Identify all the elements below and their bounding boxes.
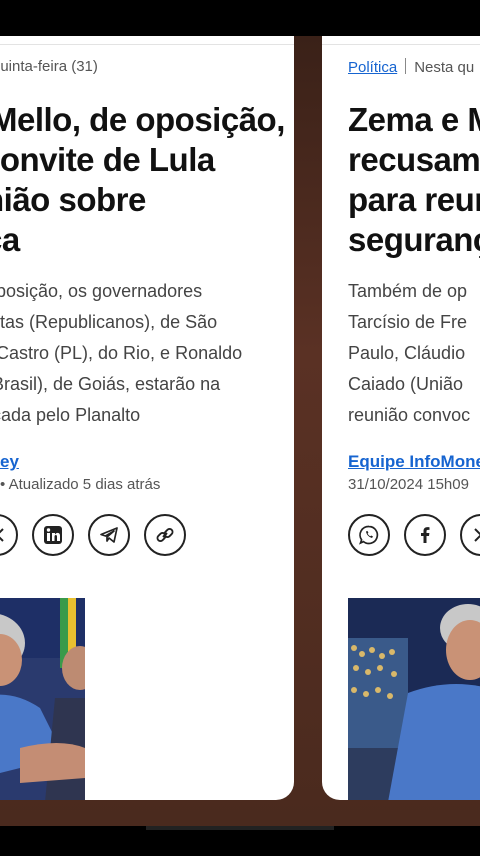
article-meta: quinta-feira (31) (0, 58, 98, 75)
article-card-left[interactable]: quinta-feira (31) Mello, de oposição, co… (0, 36, 294, 800)
meta-text: Nesta qu (414, 59, 475, 76)
x-icon[interactable] (0, 514, 18, 556)
article-card-right[interactable]: Política Nesta qu Zema e M recusam para r… (322, 36, 480, 800)
article-date: 31/10/2024 15h09 (348, 476, 469, 493)
summary-line: Brasil), de Goiás, estarão na (0, 374, 221, 394)
telegram-icon[interactable] (88, 514, 130, 556)
article-meta: Política Nesta qu (348, 58, 474, 76)
facebook-icon[interactable] (404, 514, 446, 556)
article-summary: Também de op Tarcísio de Fre Paulo, Cláu… (348, 276, 480, 431)
title-line: Zema e M (348, 101, 480, 138)
article-title: Zema e M recusam para reun seguranç (348, 100, 480, 260)
title-line: ça (0, 221, 20, 258)
summary-line: reunião convoc (348, 405, 471, 425)
author-link[interactable]: ey (0, 452, 19, 472)
title-line: Mello, de oposição, (0, 101, 285, 138)
summary-line: Tarcísio de Fre (348, 312, 468, 332)
article-photo (348, 598, 480, 800)
meta-separator (405, 58, 407, 74)
summary-line: Paulo, Cláudio (348, 343, 466, 363)
category-link[interactable]: Política (348, 59, 397, 76)
meta-text: quinta-feira (31) (0, 58, 98, 75)
summary-line: Caiado (União (348, 374, 464, 394)
article-date: • Atualizado 5 dias atrás (0, 476, 161, 493)
author-link[interactable]: Equipe InfoMone (348, 452, 480, 472)
top-divider (322, 36, 480, 45)
whatsapp-icon[interactable] (348, 514, 390, 556)
article-summary: posição, os governadores itas (Republica… (0, 276, 294, 431)
article-title: Mello, de oposição, convite de Lula nião… (0, 100, 294, 260)
top-divider (0, 36, 294, 45)
title-line: convite de Lula (0, 141, 215, 178)
linkedin-icon[interactable] (32, 514, 74, 556)
title-line: para reun (348, 181, 480, 218)
summary-line: cada pelo Planalto (0, 405, 141, 425)
home-indicator[interactable] (146, 826, 334, 830)
title-line: nião sobre (0, 181, 146, 218)
title-line: seguranç (348, 221, 480, 258)
x-icon[interactable] (460, 514, 480, 556)
summary-line: itas (Republicanos), de São (0, 312, 218, 332)
summary-line: Castro (PL), do Rio, e Ronaldo (0, 343, 243, 363)
link-icon[interactable] (144, 514, 186, 556)
article-photo (0, 598, 85, 800)
share-bar (348, 514, 480, 556)
share-bar (0, 514, 186, 556)
summary-line: Também de op (348, 281, 468, 301)
bottom-bar (0, 826, 480, 856)
title-line: recusam (348, 141, 480, 178)
summary-line: posição, os governadores (0, 281, 203, 301)
